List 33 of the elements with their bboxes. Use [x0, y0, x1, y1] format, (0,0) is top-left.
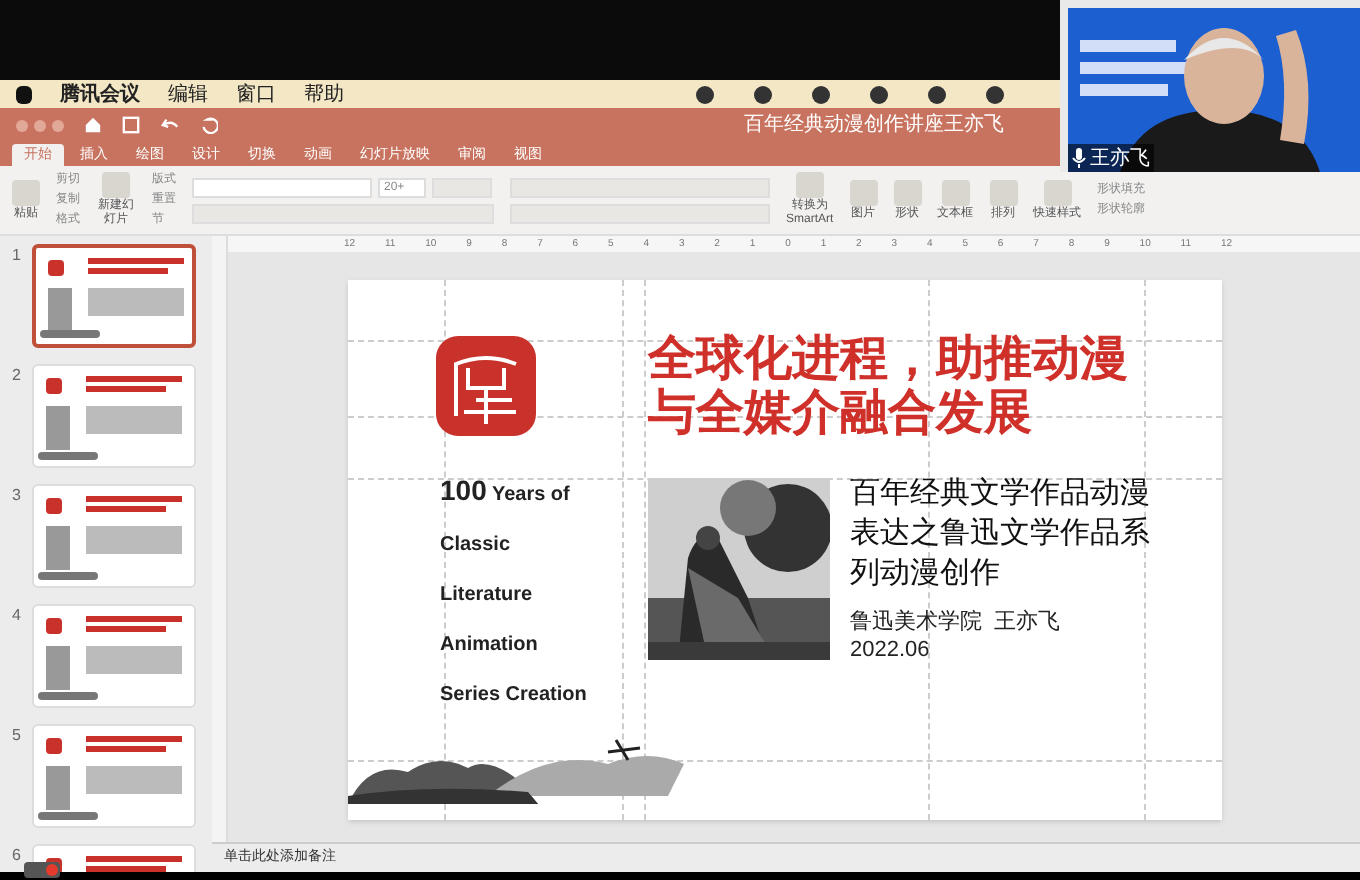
- slide-text: Classic: [440, 532, 513, 560]
- menu-item[interactable]: 帮助: [304, 79, 344, 109]
- redo-icon[interactable]: [200, 116, 218, 134]
- window-title: 百年经典动漫创作讲座王亦飞: [744, 111, 1004, 140]
- slide-subtitle: 百年经典文学作品动漫: [850, 474, 1150, 514]
- recording-indicator-icon: [24, 862, 60, 878]
- slide-text: Series Creation: [440, 682, 587, 710]
- slide-thumbnail[interactable]: [32, 244, 196, 348]
- slide-subtitle: 列动漫创作: [850, 554, 1002, 594]
- menu-item[interactable]: 窗口: [236, 79, 276, 109]
- home-icon[interactable]: [84, 116, 102, 134]
- slide-number: 2: [12, 364, 23, 388]
- microphone-icon: [1072, 148, 1086, 168]
- slide-text: 100 Years of: [440, 472, 572, 510]
- save-icon[interactable]: [122, 116, 140, 134]
- slide-title: 与全媒介融合发展: [648, 386, 1034, 440]
- date-text: 2022.06: [850, 636, 930, 664]
- menu-item[interactable]: 编辑: [168, 79, 208, 109]
- slide-title: 全球化进程，助推动漫: [648, 332, 1128, 386]
- slide-subtitle: 表达之鲁迅文学作品系: [850, 514, 1150, 554]
- slide-text: Literature: [440, 582, 535, 610]
- slide-number: 3: [12, 484, 23, 508]
- slide-text: Animation: [440, 632, 540, 660]
- undo-icon[interactable]: [160, 116, 180, 134]
- speaker-name: 王亦飞: [1090, 145, 1150, 172]
- author-text: 鲁迅美术学院 王亦飞: [850, 608, 1061, 636]
- slide-number: 1: [12, 244, 23, 268]
- slide-number: 5: [12, 724, 23, 748]
- slide-number: 4: [12, 604, 23, 628]
- seal-logo-icon: [436, 336, 536, 436]
- menu-item[interactable]: 腾讯会议: [60, 79, 140, 109]
- slide-number: 6: [12, 844, 23, 868]
- font-name-field[interactable]: [192, 177, 372, 197]
